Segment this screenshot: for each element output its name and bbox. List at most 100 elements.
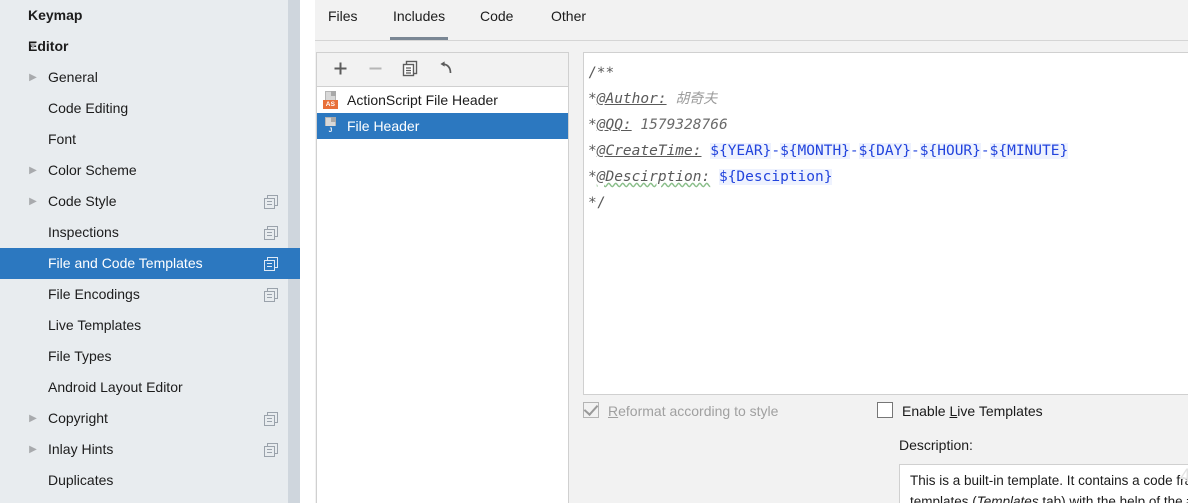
code-line: *@QQ: 1579328766 [588,112,1203,138]
chevron-right-icon[interactable]: ▶ [26,62,40,93]
tab-other[interactable]: Other [548,8,589,40]
copy-settings-icon [264,257,278,271]
sidebar-item-label: Color Scheme [48,155,137,186]
tab-active-underline [548,37,589,40]
sidebar-item-live-templates[interactable]: Live Templates [0,310,288,341]
chevron-right-icon[interactable]: ▶ [26,186,40,217]
sidebar-item-color-scheme[interactable]: ▶ Color Scheme [0,155,288,186]
sidebar-item-font[interactable]: Font [0,124,288,155]
code-text: */ [588,195,605,211]
tab-active-underline [390,37,448,40]
copy-settings-icon [264,412,278,426]
sidebar-item-copyright[interactable]: ▶ Copyright [0,403,288,434]
remove-template-button[interactable] [362,57,388,82]
chevron-down-icon[interactable]: ▼ [26,31,40,62]
sidebar-item-label: Live Templates [48,310,141,341]
variable-separator: - [771,143,780,159]
template-variable: ${YEAR} [710,143,771,159]
file-type-badge: J [323,126,338,135]
list-item[interactable]: J File Header [317,113,568,139]
template-code[interactable]: /***@Author: 胡奇夫*@QQ: 1579328766*@Create… [584,53,1203,216]
tab-code[interactable]: Code [477,8,516,40]
tab-active-underline [325,37,361,40]
template-list-toolbar[interactable] [317,53,568,87]
dialog-right-edge [1188,0,1203,503]
sidebar-item-label: File Encodings [48,279,140,310]
tab-label: Code [480,8,513,24]
list-item-label: File Header [347,118,419,134]
sidebar-item-code-editing[interactable]: Code Editing [0,93,288,124]
javadoc-tag: @Descirption: [597,169,711,185]
javadoc-tag: @Author: [597,91,667,107]
sidebar-selection-spill [288,248,300,279]
template-list[interactable]: AS ActionScript File Header J File Header [317,87,568,139]
sidebar-item-file-encodings[interactable]: File Encodings [0,279,288,310]
sidebar-item-label: Duplicates [48,465,113,496]
javadoc-tag: @CreateTime: [597,143,702,159]
settings-category-tree[interactable]: Keymap▼Editor▶GeneralCode EditingFont▶Co… [0,0,288,503]
code-text: /** [588,65,614,81]
tab-label: Other [551,8,586,24]
copy-settings-icon [264,195,278,209]
variable-separator: - [850,143,859,159]
template-variable: ${DAY} [859,143,911,159]
template-text-editor[interactable]: /***@Author: 胡奇夫*@QQ: 1579328766*@Create… [583,52,1203,395]
tab-files[interactable]: Files [325,8,361,40]
description-text: This is a built-in template. It contains… [900,465,1203,503]
sidebar-item-label: Inlay Hints [48,434,113,465]
sidebar-item-file-and-code-templates[interactable]: File and Code Templates [0,248,288,279]
sidebar-item-label: File and Code Templates [48,248,203,279]
copy-template-button[interactable] [397,57,423,82]
sidebar-item-editor[interactable]: ▼Editor [0,31,288,62]
copy-settings-icon [264,288,278,302]
live-templates-checkbox-box[interactable] [877,402,893,418]
chevron-right-icon[interactable]: ▶ [26,155,40,186]
enable-live-templates-checkbox[interactable]: Enable Live Templates [877,398,1043,424]
reformat-checkbox-label: Reformat according to style [608,398,778,424]
reformat-according-to-style-checkbox[interactable]: Reformat according to style [583,398,778,424]
sidebar-item-inlay-hints[interactable]: ▶ Inlay Hints [0,434,288,465]
sidebar-item-label: Copyright [48,403,108,434]
chevron-right-icon[interactable]: ▶ [26,403,40,434]
list-item-label: ActionScript File Header [347,92,498,108]
tab-label: Files [328,8,358,24]
add-template-button[interactable] [327,57,353,82]
sidebar-item-label: Code Editing [48,93,128,124]
javadoc-tag: @QQ: [597,117,632,133]
template-variable: ${Desciption} [719,169,833,185]
description-label: Description: [899,437,973,453]
list-item[interactable]: AS ActionScript File Header [317,87,568,113]
code-line: /** [588,60,1203,86]
chevron-right-icon[interactable]: ▶ [26,434,40,465]
description-line-1: This is a built-in template. It contains… [910,470,1203,491]
template-variable: ${MINUTE} [990,143,1069,159]
sidebar-item-keymap[interactable]: Keymap [0,0,288,31]
variable-separator: - [911,143,920,159]
file-and-code-templates-pane: Files Includes Code Other [315,0,1203,503]
sidebar-item-inspections[interactable]: Inspections [0,217,288,248]
sidebar-item-label: Font [48,124,76,155]
file-template-icon: J [323,117,341,135]
template-list-panel: AS ActionScript File Header J File Header [316,52,569,503]
sidebar-item-label: General [48,62,98,93]
reset-template-button[interactable] [432,57,458,82]
sidebar-item-file-types[interactable]: File Types [0,341,288,372]
sidebar-item-code-style[interactable]: ▶Code Style [0,186,288,217]
tag-value: 1579328766 [640,117,727,133]
sidebar-item-general[interactable]: ▶ General [0,62,288,93]
sidebar-item-label: Android Layout Editor [48,372,183,403]
copy-settings-icon [264,443,278,457]
template-tabs[interactable]: Files Includes Code Other [315,0,1203,41]
tab-includes[interactable]: Includes [390,8,448,40]
code-line: */ [588,190,1203,216]
tab-active-underline [477,37,516,40]
reformat-checkbox-box[interactable] [583,402,599,418]
sidebar-item-label: File Types [48,341,112,372]
sidebar-item-android-layout-editor[interactable]: Android Layout Editor [0,372,288,403]
live-templates-checkbox-label: Enable Live Templates [902,398,1043,424]
sidebar-item-duplicates[interactable]: Duplicates [0,465,288,496]
code-line: *@CreateTime: ${YEAR}-${MONTH}-${DAY}-${… [588,138,1203,164]
settings-dialog: Keymap▼Editor▶GeneralCode EditingFont▶Co… [0,0,1203,503]
file-type-badge: AS [323,100,338,109]
template-variable: ${MONTH} [780,143,850,159]
